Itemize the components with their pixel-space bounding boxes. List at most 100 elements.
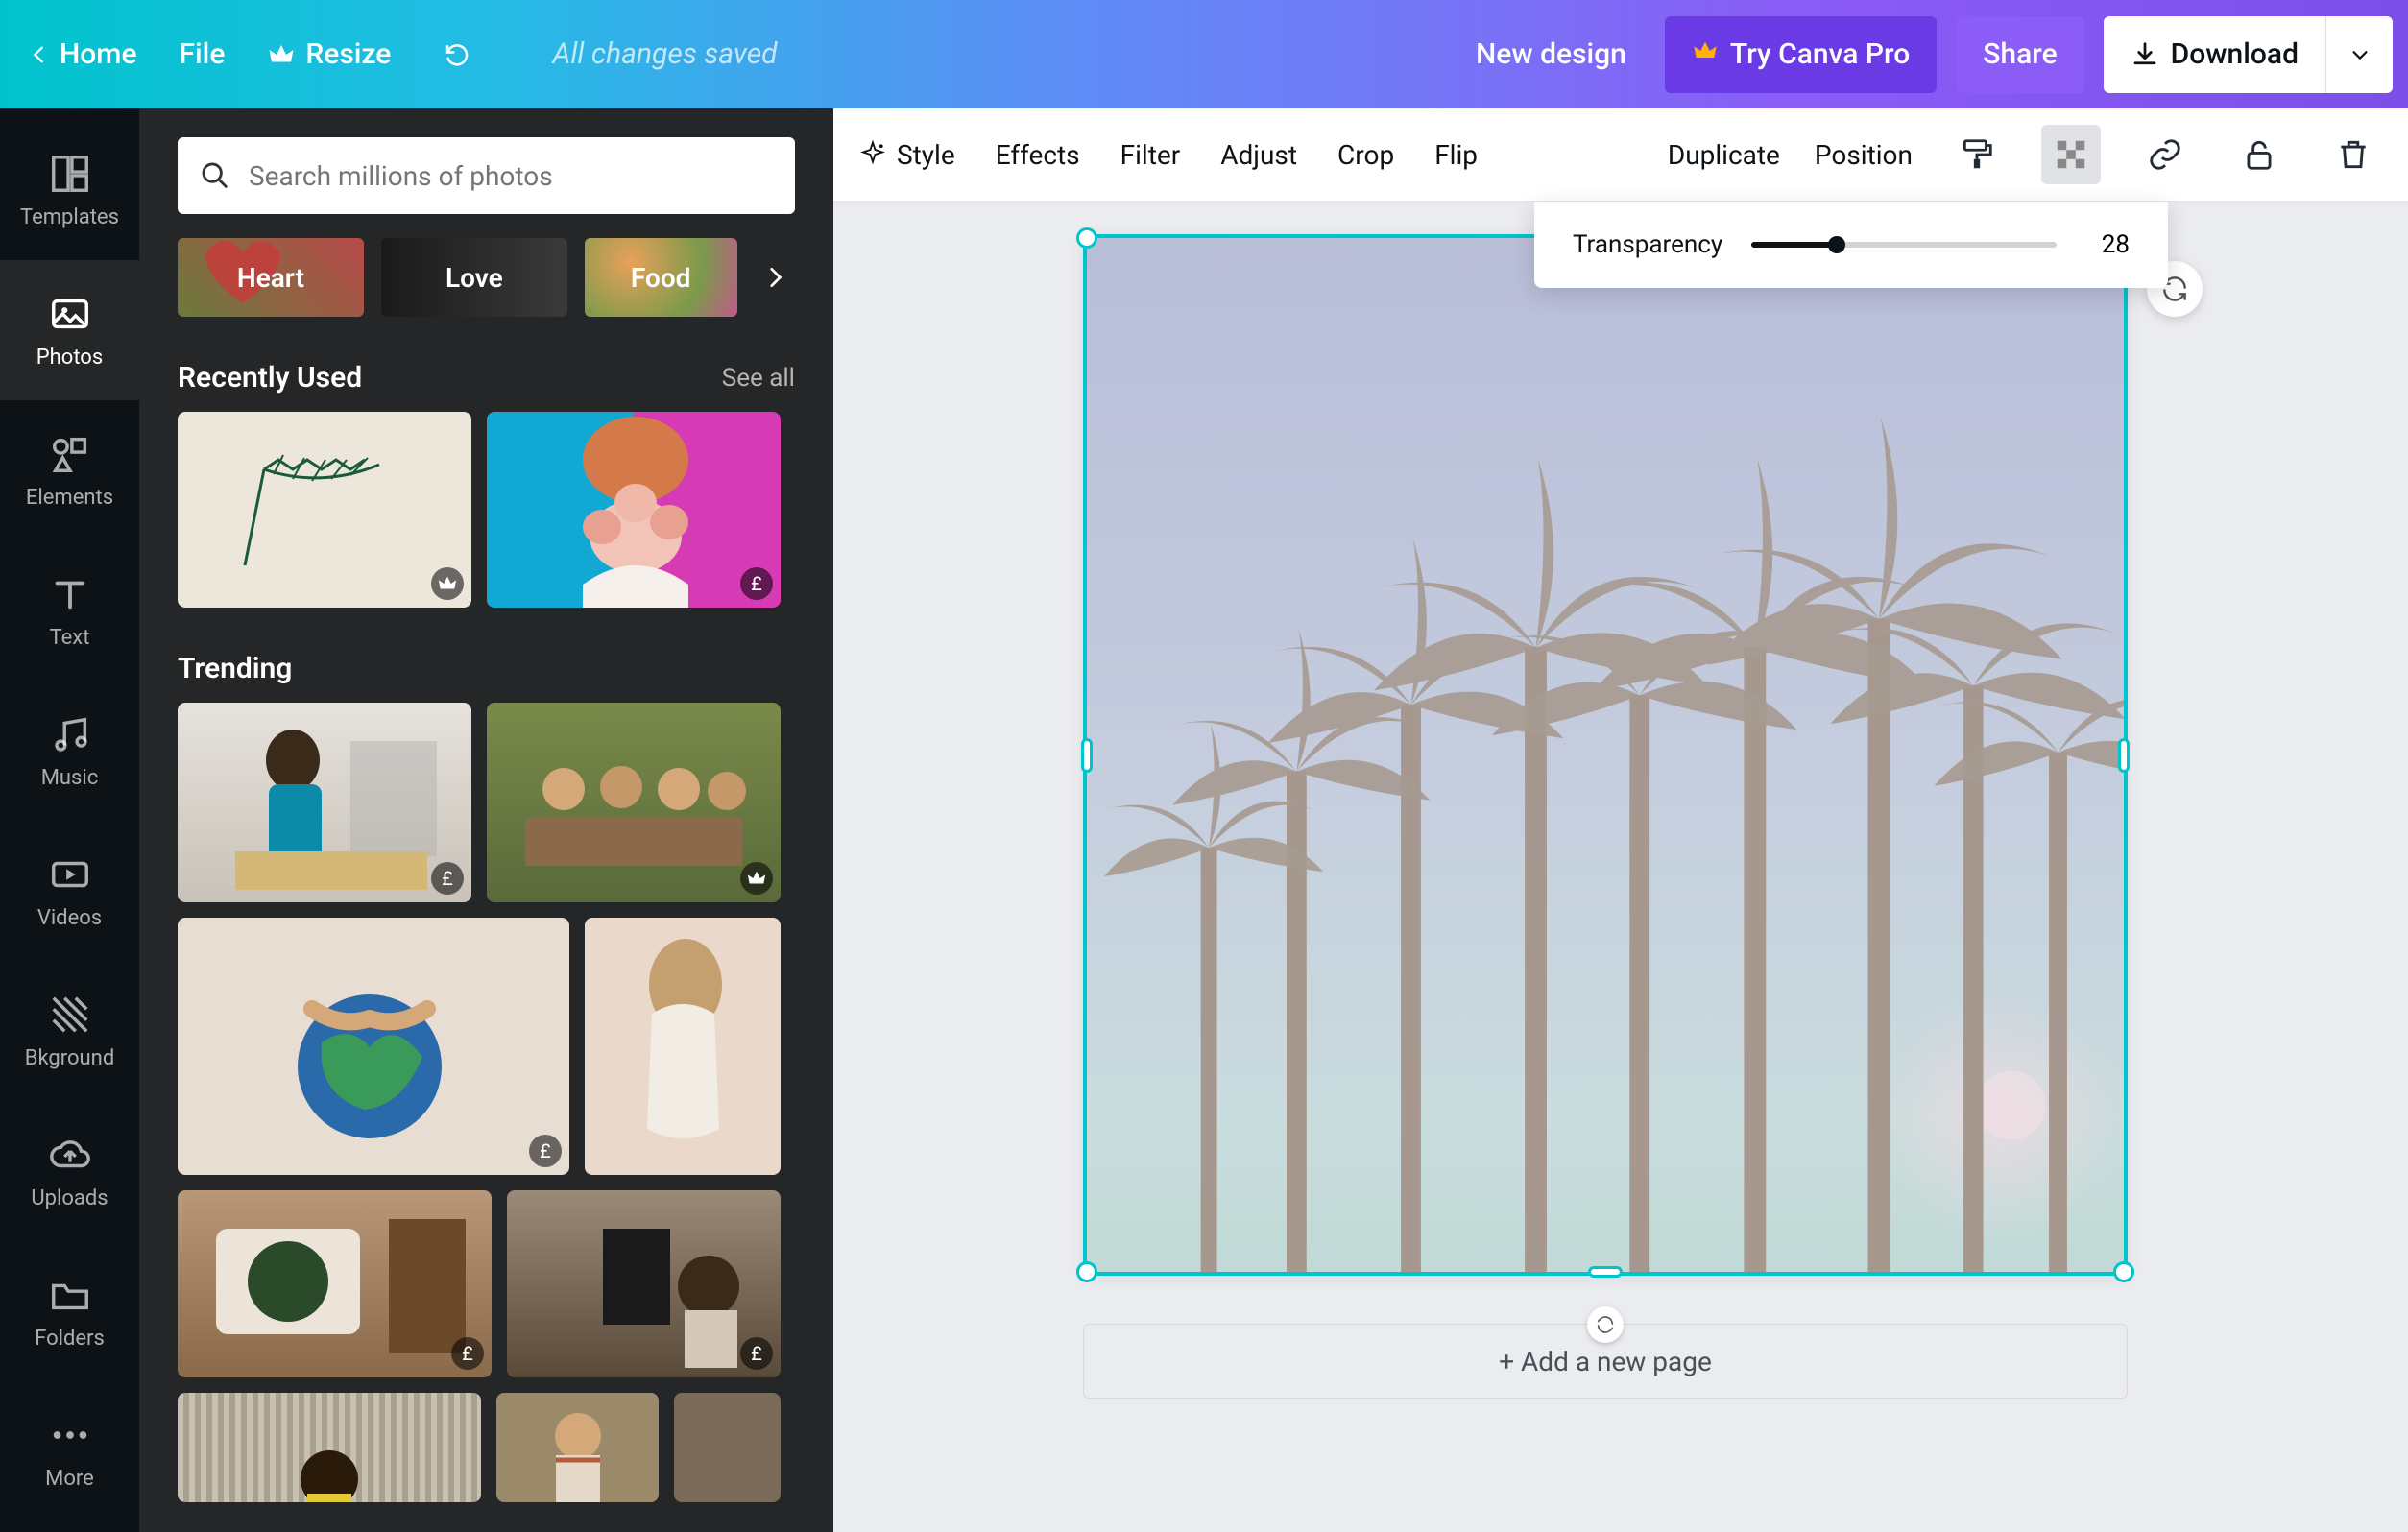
duplicate-button[interactable]: Duplicate [1668, 139, 1780, 171]
transparency-slider[interactable] [1751, 242, 2057, 248]
photo-thumb[interactable] [487, 703, 781, 902]
style-button[interactable]: Style [858, 139, 955, 171]
photo-thumb[interactable]: £ [487, 412, 781, 608]
photo-thumb[interactable] [496, 1393, 659, 1502]
pro-badge [740, 862, 773, 895]
resize-handle-b[interactable] [1588, 1266, 1623, 1278]
resize-label: Resize [305, 37, 391, 71]
filter-button[interactable]: Filter [1120, 139, 1181, 171]
crop-button[interactable]: Crop [1337, 139, 1394, 171]
contextbar-left: Style Effects Filter Adjust Crop Flip [858, 139, 1478, 171]
resize-handle-r[interactable] [2118, 738, 2130, 773]
resize-handle-br[interactable] [2113, 1261, 2134, 1282]
rail-uploads[interactable]: Uploads [0, 1101, 139, 1241]
cat-label: Love [445, 262, 503, 294]
rail-label: Uploads [31, 1186, 108, 1210]
save-status: All changes saved [552, 37, 777, 71]
lock-button[interactable] [2229, 125, 2289, 184]
delete-button[interactable] [2324, 125, 2383, 184]
transparency-icon [2053, 136, 2089, 173]
trending-header: Trending [178, 652, 795, 685]
undo-icon [443, 40, 471, 69]
transparency-label: Transparency [1573, 230, 1722, 259]
left-rail: Templates Photos Elements Text Music Vid… [0, 108, 139, 1532]
recently-used-header: Recently Used See all [178, 361, 795, 395]
photo-thumb[interactable] [585, 918, 781, 1175]
download-dropdown[interactable] [2325, 16, 2393, 93]
download-button[interactable]: Download [2104, 16, 2325, 93]
canvas-page[interactable] [1083, 234, 2128, 1276]
rail-photos[interactable]: Photos [0, 260, 139, 400]
adjust-button[interactable]: Adjust [1220, 139, 1297, 171]
text-icon [48, 572, 92, 616]
rail-elements[interactable]: Elements [0, 400, 139, 540]
photo-thumb[interactable]: £ [178, 703, 471, 902]
resize-button[interactable]: Resize [267, 37, 391, 71]
resize-handle-l[interactable] [1081, 738, 1093, 773]
category-love[interactable]: Love [381, 238, 567, 317]
new-design-button[interactable]: New design [1457, 37, 1646, 71]
undo-button[interactable] [443, 40, 471, 69]
search-box[interactable] [178, 137, 795, 214]
copy-style-button[interactable] [1947, 125, 2007, 184]
link-icon [2147, 136, 2183, 173]
context-bar: Style Effects Filter Adjust Crop Flip Du… [833, 108, 2408, 202]
rail-more[interactable]: More [0, 1381, 139, 1521]
resize-handle-tl[interactable] [1076, 227, 1097, 249]
sparkle-icon [858, 140, 887, 169]
effects-button[interactable]: Effects [996, 139, 1080, 171]
chevron-down-icon [2349, 44, 2371, 65]
paint-roller-icon [1959, 136, 1995, 173]
rail-label: Folders [35, 1327, 105, 1351]
topbar-right: New design Try Canva Pro Share Download [1457, 16, 2393, 93]
download-label: Download [2171, 37, 2299, 71]
price-badge: £ [740, 1337, 773, 1370]
search-input[interactable] [249, 160, 774, 192]
try-pro-button[interactable]: Try Canva Pro [1665, 16, 1937, 93]
rail-music[interactable]: Music [0, 681, 139, 821]
rail-templates[interactable]: Templates [0, 120, 139, 260]
rail-label: Templates [20, 205, 119, 229]
rail-label: Elements [26, 486, 113, 510]
add-page-label: + Add a new page [1499, 1346, 1712, 1377]
photo-thumb[interactable] [178, 1393, 481, 1502]
download-icon [2131, 40, 2159, 69]
category-next[interactable] [755, 255, 795, 299]
photo-thumb[interactable]: £ [178, 1190, 492, 1377]
add-page-button[interactable]: + Add a new page [1083, 1324, 2128, 1399]
transparency-value: 28 [2085, 230, 2130, 259]
category-food[interactable]: Food [585, 238, 737, 317]
position-button[interactable]: Position [1815, 139, 1913, 171]
slider-thumb[interactable] [1828, 236, 1845, 253]
uploads-icon [48, 1133, 92, 1177]
rail-videos[interactable]: Videos [0, 821, 139, 961]
rail-background[interactable]: Bkground [0, 961, 139, 1101]
rail-text[interactable]: Text [0, 540, 139, 681]
photo-thumb[interactable] [178, 412, 471, 608]
category-heart[interactable]: Heart [178, 238, 364, 317]
resize-handle-bl[interactable] [1076, 1261, 1097, 1282]
photo-thumb[interactable]: £ [178, 918, 569, 1175]
chevron-right-icon [762, 265, 787, 290]
see-all-link[interactable]: See all [722, 364, 795, 393]
link-button[interactable] [2135, 125, 2195, 184]
elements-icon [48, 432, 92, 476]
canvas-area: Style Effects Filter Adjust Crop Flip Du… [833, 108, 2408, 1532]
share-button[interactable]: Share [1956, 16, 2083, 93]
file-menu[interactable]: File [180, 37, 226, 71]
rail-folders[interactable]: Folders [0, 1241, 139, 1381]
category-row: Heart Love Food [178, 238, 795, 317]
selection-outline [1083, 234, 2128, 1276]
sync-badge [1587, 1306, 1624, 1343]
transparency-button[interactable] [2041, 125, 2101, 184]
rail-label: Bkground [25, 1046, 114, 1070]
try-pro-label: Try Canva Pro [1730, 37, 1910, 71]
photo-thumb[interactable] [674, 1393, 781, 1502]
music-icon [48, 712, 92, 756]
flip-button[interactable]: Flip [1434, 139, 1478, 171]
rail-label: Photos [36, 346, 103, 370]
contextbar-right: Duplicate Position [1668, 125, 2383, 184]
home-button[interactable]: Home [29, 37, 137, 71]
rail-label: Videos [37, 906, 102, 930]
photo-thumb[interactable]: £ [507, 1190, 781, 1377]
